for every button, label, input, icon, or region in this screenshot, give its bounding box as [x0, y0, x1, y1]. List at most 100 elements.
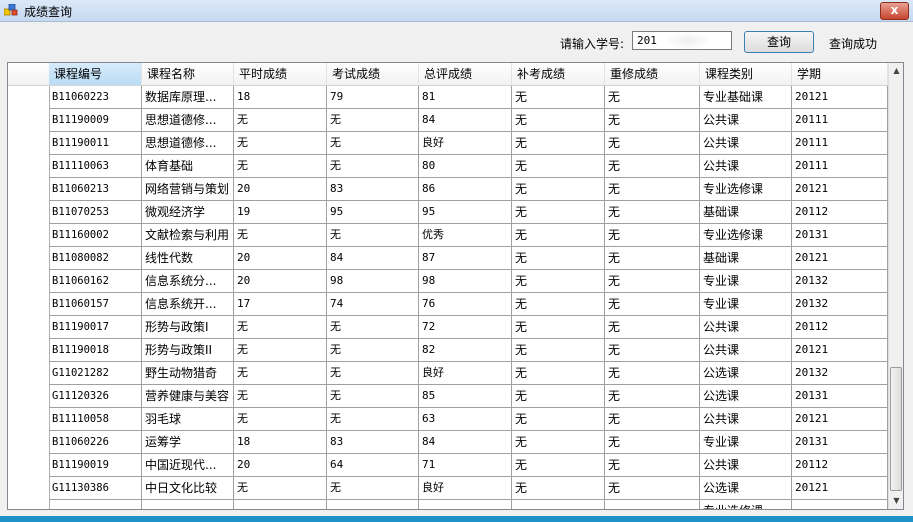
- cell-course-name[interactable]: 中国近现代...: [142, 454, 234, 477]
- cell-retake-score[interactable]: 无: [605, 132, 700, 155]
- cell-makeup-score[interactable]: 无: [512, 270, 605, 293]
- table-row[interactable]: G11120326 营养健康与美容无无 85 无无公选课 20131: [49, 385, 888, 408]
- cell-course-code[interactable]: B11060226: [49, 431, 142, 454]
- table-row[interactable]: B11060162 信息系统分... 20 98 98 无无专业课 20132: [49, 270, 888, 293]
- cell-course-type[interactable]: 公共课: [700, 408, 792, 431]
- cell-usual-score[interactable]: 20: [234, 178, 327, 201]
- cell-term[interactable]: 20121: [792, 408, 888, 431]
- cell-makeup-score[interactable]: 无: [512, 178, 605, 201]
- table-row[interactable]: B11190018 形势与政策II 无无 82 无无公共课 20121: [49, 339, 888, 362]
- scroll-thumb[interactable]: [890, 367, 902, 491]
- cell-final-score[interactable]: 86: [419, 178, 512, 201]
- query-button[interactable]: 查询: [744, 31, 814, 53]
- cell-exam-score[interactable]: 64: [327, 454, 419, 477]
- cell-exam-score[interactable]: 无: [327, 109, 419, 132]
- scroll-down-icon[interactable]: ▼: [889, 493, 903, 509]
- cell-makeup-score[interactable]: 无: [512, 247, 605, 270]
- table-row[interactable]: B11110058 羽毛球无无 63 无无公共课 20121: [49, 408, 888, 431]
- cell-term[interactable]: 20132: [792, 362, 888, 385]
- cell-retake-score[interactable]: 无: [605, 201, 700, 224]
- cell-makeup-score[interactable]: 无: [512, 408, 605, 431]
- cell-makeup-score[interactable]: 无: [512, 224, 605, 247]
- cell-makeup-score[interactable]: 无: [512, 109, 605, 132]
- cell-retake-score[interactable]: 无: [605, 408, 700, 431]
- column-header-term[interactable]: 学期: [792, 63, 888, 85]
- cell-course-name[interactable]: 体育基础: [142, 155, 234, 178]
- table-row[interactable]: G11130386 中日文化比较无无良好无无公选课 20121: [49, 477, 888, 500]
- table-row[interactable]: B11060213 网络营销与策划 20 83 86 无无专业选修课 20121: [49, 178, 888, 201]
- cell-usual-score[interactable]: 无: [234, 477, 327, 500]
- cell-usual-score[interactable]: 无: [234, 408, 327, 431]
- cell-usual-score[interactable]: 无: [234, 109, 327, 132]
- cell-retake-score[interactable]: 无: [605, 270, 700, 293]
- cell-course-name[interactable]: 营养健康与美容: [142, 385, 234, 408]
- cell-final-score[interactable]: 良好: [419, 132, 512, 155]
- table-row[interactable]: 专业选修课: [49, 500, 888, 509]
- cell-retake-score[interactable]: 无: [605, 431, 700, 454]
- cell-makeup-score[interactable]: 无: [512, 155, 605, 178]
- cell-term[interactable]: 20131: [792, 224, 888, 247]
- cell-exam-score[interactable]: 83: [327, 431, 419, 454]
- cell-term[interactable]: 20111: [792, 109, 888, 132]
- cell-exam-score[interactable]: 无: [327, 224, 419, 247]
- cell-exam-score[interactable]: 83: [327, 178, 419, 201]
- cell-term[interactable]: 20111: [792, 132, 888, 155]
- cell-retake-score[interactable]: [605, 500, 700, 509]
- cell-final-score[interactable]: 95: [419, 201, 512, 224]
- cell-exam-score[interactable]: 无: [327, 339, 419, 362]
- cell-course-type[interactable]: 专业选修课: [700, 178, 792, 201]
- cell-course-name[interactable]: 形势与政策I: [142, 316, 234, 339]
- cell-course-type[interactable]: 专业课: [700, 293, 792, 316]
- cell-makeup-score[interactable]: 无: [512, 201, 605, 224]
- cell-course-name[interactable]: 形势与政策II: [142, 339, 234, 362]
- cell-retake-score[interactable]: 无: [605, 247, 700, 270]
- cell-course-type[interactable]: 公选课: [700, 362, 792, 385]
- cell-course-code[interactable]: B11060162: [49, 270, 142, 293]
- column-header-course-type[interactable]: 课程类别: [700, 63, 792, 85]
- cell-exam-score[interactable]: 98: [327, 270, 419, 293]
- cell-makeup-score[interactable]: 无: [512, 316, 605, 339]
- cell-usual-score[interactable]: 无: [234, 339, 327, 362]
- grades-grid[interactable]: 课程编号 课程名称 平时成绩 考试成绩 总评成绩 补考成绩 重修成绩 课程类别 学期 B1106…: [7, 62, 904, 510]
- vertical-scrollbar[interactable]: ▲ ▼: [888, 63, 903, 509]
- cell-retake-score[interactable]: 无: [605, 293, 700, 316]
- cell-makeup-score[interactable]: 无: [512, 477, 605, 500]
- cell-course-name[interactable]: 线性代数: [142, 247, 234, 270]
- table-row[interactable]: B11060157 信息系统开... 17 74 76 无无专业课 20132: [49, 293, 888, 316]
- cell-course-code[interactable]: B11070253: [49, 201, 142, 224]
- cell-retake-score[interactable]: 无: [605, 385, 700, 408]
- cell-course-code[interactable]: B11190019: [49, 454, 142, 477]
- cell-course-code[interactable]: B11060223: [49, 86, 142, 109]
- cell-usual-score[interactable]: 无: [234, 316, 327, 339]
- cell-course-code[interactable]: B11110058: [49, 408, 142, 431]
- cell-exam-score[interactable]: 无: [327, 362, 419, 385]
- cell-final-score[interactable]: [419, 500, 512, 509]
- cell-course-code[interactable]: B11190011: [49, 132, 142, 155]
- column-header-course-name[interactable]: 课程名称: [142, 63, 234, 85]
- cell-usual-score[interactable]: 19: [234, 201, 327, 224]
- cell-course-type[interactable]: 专业基础课: [700, 86, 792, 109]
- table-row[interactable]: B11080082 线性代数 20 84 87 无无基础课 20121: [49, 247, 888, 270]
- cell-final-score[interactable]: 87: [419, 247, 512, 270]
- cell-course-name[interactable]: [142, 500, 234, 509]
- cell-retake-score[interactable]: 无: [605, 339, 700, 362]
- cell-course-name[interactable]: 运筹学: [142, 431, 234, 454]
- cell-course-type[interactable]: 公共课: [700, 155, 792, 178]
- cell-course-type[interactable]: 基础课: [700, 247, 792, 270]
- row-header-column[interactable]: [8, 86, 50, 509]
- cell-final-score[interactable]: 81: [419, 86, 512, 109]
- table-row[interactable]: B11060223 数据库原理... 18 79 81 无无专业基础课 20121: [49, 86, 888, 109]
- cell-course-type[interactable]: 公选课: [700, 477, 792, 500]
- cell-usual-score[interactable]: [234, 500, 327, 509]
- cell-course-name[interactable]: 网络营销与策划: [142, 178, 234, 201]
- cell-exam-score[interactable]: 无: [327, 316, 419, 339]
- cell-course-name[interactable]: 野生动物猎奇: [142, 362, 234, 385]
- table-row[interactable]: B11190017 形势与政策I 无无 72 无无公共课 20112: [49, 316, 888, 339]
- cell-final-score[interactable]: 85: [419, 385, 512, 408]
- cell-final-score[interactable]: 72: [419, 316, 512, 339]
- cell-course-name[interactable]: 文献检索与利用: [142, 224, 234, 247]
- cell-course-code[interactable]: B11080082: [49, 247, 142, 270]
- cell-final-score[interactable]: 84: [419, 109, 512, 132]
- cell-final-score[interactable]: 98: [419, 270, 512, 293]
- cell-retake-score[interactable]: 无: [605, 224, 700, 247]
